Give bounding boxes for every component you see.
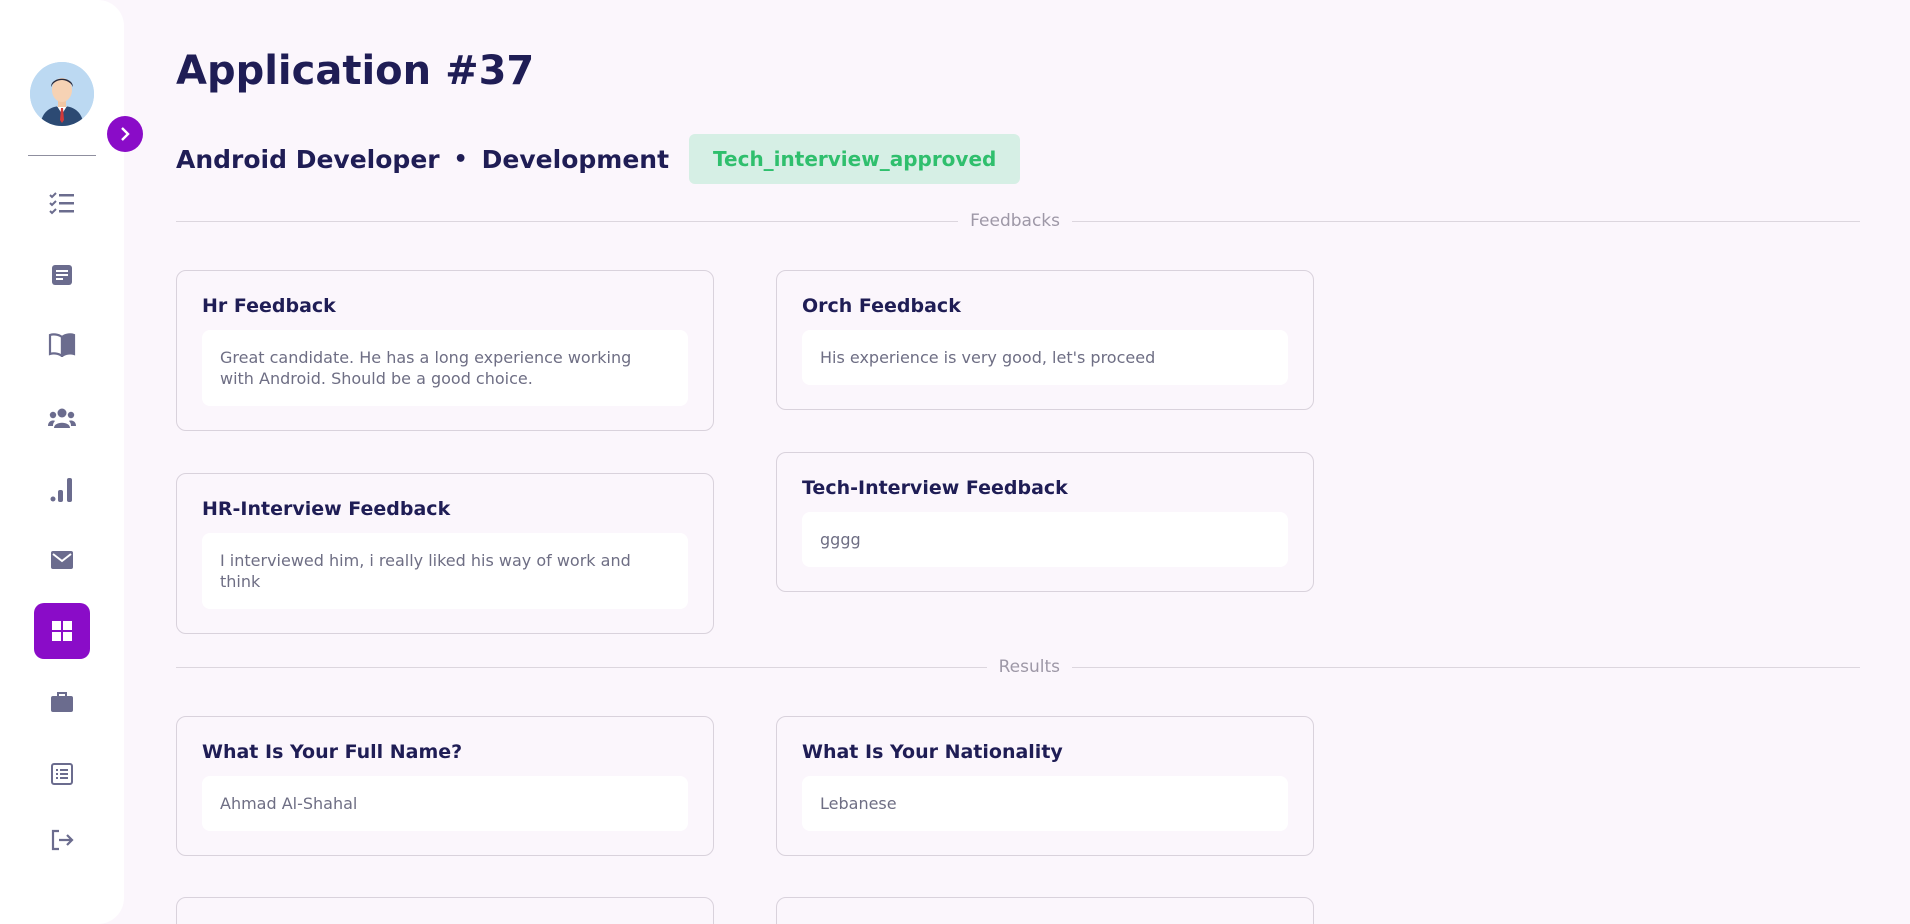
page-title: Application #37 (176, 48, 535, 94)
document-icon (52, 265, 72, 285)
card-value: Ahmad Al-Shahal (202, 776, 688, 831)
hr-feedback-card: Hr Feedback Great candidate. He has a lo… (176, 270, 714, 431)
card-value: His experience is very good, let's proce… (802, 330, 1288, 385)
sidebar-item-documents[interactable] (34, 247, 90, 303)
card-value: Lebanese (802, 776, 1288, 831)
card-title: Tech-Interview Feedback (802, 477, 1068, 499)
sidebar-toggle-button[interactable] (107, 116, 143, 152)
avatar[interactable] (30, 62, 94, 126)
sidebar-item-dashboard[interactable] (34, 603, 90, 659)
checklist-icon (49, 192, 74, 215)
card-title: Orch Feedback (802, 295, 961, 317)
chevron-right-icon (121, 127, 130, 141)
sidebar-item-library[interactable] (34, 317, 90, 373)
logout-icon (51, 829, 74, 851)
sidebar-item-reports[interactable] (34, 746, 90, 802)
card-title: What Is Your Nationality (802, 741, 1063, 763)
nationality-card: What Is Your Nationality Lebanese (776, 716, 1314, 856)
sidebar-item-logout[interactable] (34, 812, 90, 868)
dashboard-icon (52, 621, 72, 641)
sidebar-item-team[interactable] (34, 390, 90, 446)
application-subtitle: Android Developer • Development Tech_int… (176, 134, 1021, 184)
result-card-partial (776, 897, 1314, 924)
sidebar-divider (28, 155, 96, 156)
results-divider: Results (176, 657, 1860, 677)
user-avatar-icon (30, 62, 94, 126)
sidebar-item-mail[interactable] (34, 532, 90, 588)
card-value: gggg (802, 512, 1288, 567)
full-name-card: What Is Your Full Name? Ahmad Al-Shahal (176, 716, 714, 856)
hr-interview-feedback-card: HR-Interview Feedback I interviewed him,… (176, 473, 714, 634)
analytics-icon (50, 478, 72, 502)
result-card-partial (176, 897, 714, 924)
status-badge: Tech_interview_approved (689, 134, 1021, 184)
card-value: I interviewed him, i really liked his wa… (202, 533, 688, 609)
team-icon (48, 408, 76, 428)
mail-icon (51, 551, 73, 569)
feedbacks-divider: Feedbacks (176, 211, 1860, 231)
orch-feedback-card: Orch Feedback His experience is very goo… (776, 270, 1314, 410)
sidebar (0, 0, 124, 924)
sidebar-item-analytics[interactable] (34, 461, 90, 517)
list-icon (51, 763, 73, 785)
tech-interview-feedback-card: Tech-Interview Feedback gggg (776, 452, 1314, 592)
sidebar-item-tasks[interactable] (34, 176, 90, 232)
position-name: Android Developer (176, 144, 440, 174)
separator-dot: • (453, 146, 468, 172)
sidebar-item-jobs[interactable] (34, 674, 90, 730)
department-name: Development (481, 144, 670, 174)
card-title: What Is Your Full Name? (202, 741, 463, 763)
briefcase-icon (51, 692, 73, 712)
card-title: HR-Interview Feedback (202, 498, 451, 520)
results-section-label: Results (998, 657, 1060, 677)
card-value: Great candidate. He has a long experienc… (202, 330, 688, 406)
book-icon (48, 333, 76, 357)
card-title: Hr Feedback (202, 295, 336, 317)
feedbacks-section-label: Feedbacks (970, 211, 1060, 231)
